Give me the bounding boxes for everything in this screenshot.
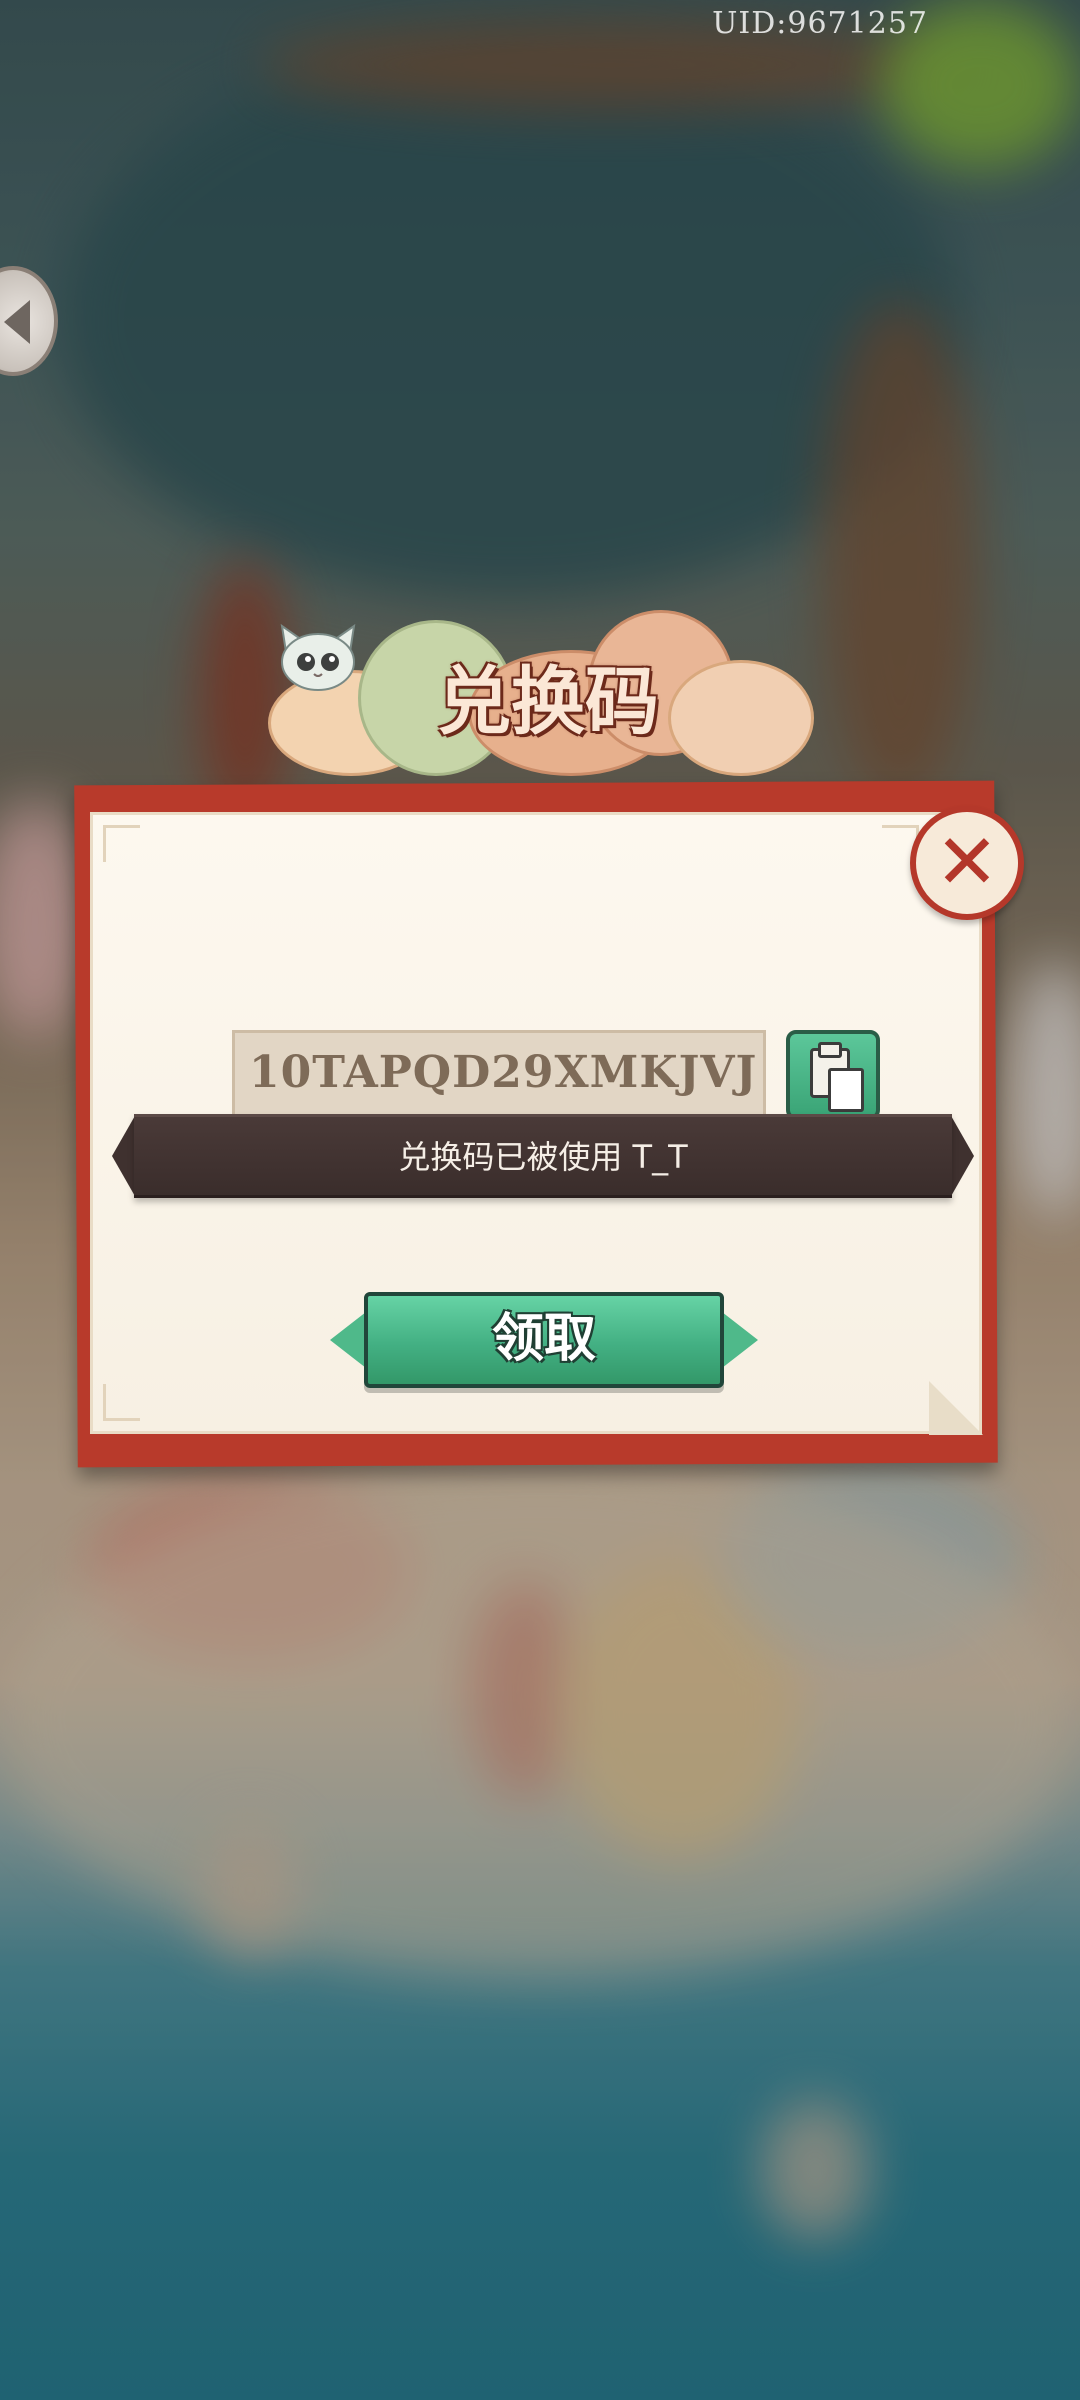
redeem-code-input[interactable]: 10TAPQD29XMKJVJ (232, 1030, 766, 1118)
claim-button[interactable]: 领取 (364, 1292, 724, 1388)
title-cloud: 兑换码 (268, 600, 814, 780)
toast-tip-left (112, 1114, 136, 1198)
toast-tip-right (950, 1114, 974, 1198)
claim-label: 领取 (491, 1308, 596, 1369)
claim-button-wrap: 领取 (330, 1290, 758, 1390)
claim-wing-right (722, 1312, 758, 1368)
corner-ornament (103, 825, 140, 862)
clipboard-sheet (828, 1068, 864, 1112)
toast-body: 兑换码已被使用 T_T (134, 1114, 952, 1198)
clipboard-clip (818, 1042, 842, 1058)
cloud-puff (668, 660, 814, 776)
game-screen: UID:9671257 兑换码 ✕ 10TAPQD29XMKJVJ 兑换码已被使… (0, 0, 1080, 2400)
dialog-title: 兑换码 (437, 659, 659, 745)
corner-ornament (103, 1384, 140, 1421)
close-button[interactable]: ✕ (910, 806, 1024, 920)
claim-wing-left (330, 1312, 366, 1368)
cat-mascot-icon (280, 623, 356, 691)
toast-message: 兑换码已被使用 T_T (398, 1138, 688, 1176)
back-arrow-icon (4, 300, 30, 344)
toast-banner: 兑换码已被使用 T_T (112, 1114, 974, 1198)
close-icon: ✕ (935, 817, 999, 906)
uid-label: UID:9671257 (712, 6, 928, 41)
paper-curl (929, 1381, 983, 1435)
paste-button[interactable] (786, 1030, 880, 1120)
